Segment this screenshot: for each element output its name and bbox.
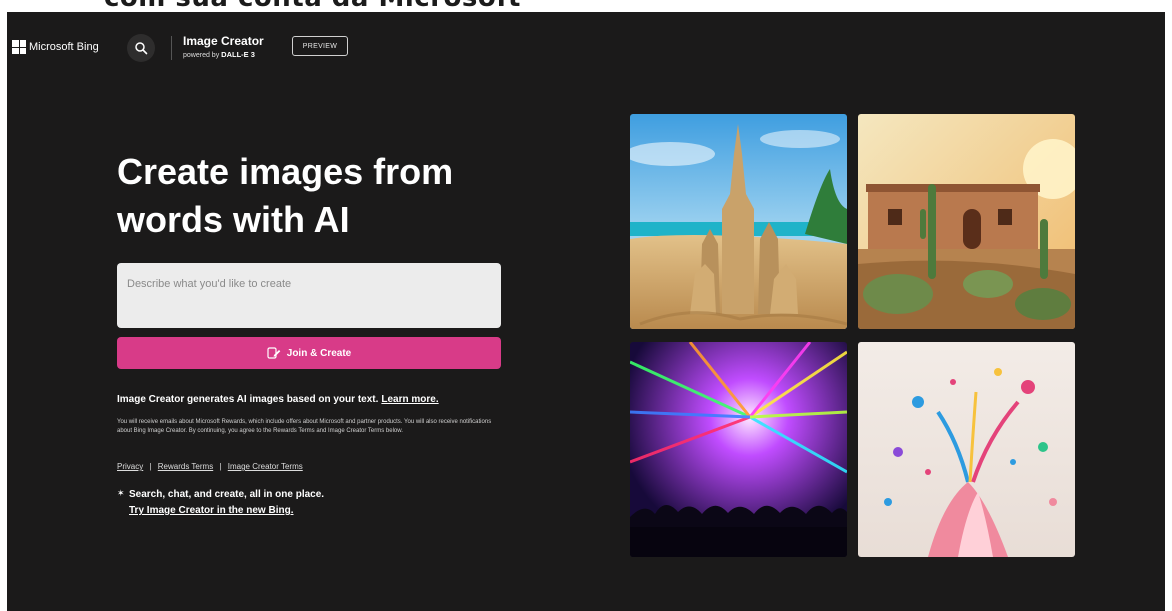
create-icon (267, 347, 281, 359)
hero-title-line-1: Create images from (117, 151, 454, 192)
join-and-create-button[interactable]: Join & Create (117, 337, 501, 369)
info-text: Image Creator generates AI images based … (117, 394, 379, 405)
hero-title: Create images from words with AI (117, 148, 537, 244)
rewards-terms-link[interactable]: Rewards Terms (158, 462, 213, 471)
powered-by-line: powered by DALL-E 3 (183, 50, 264, 59)
join-button-label: Join & Create (286, 347, 352, 359)
gallery-image-desert-house[interactable] (858, 114, 1075, 329)
info-line: Image Creator generates AI images based … (117, 394, 439, 405)
header-divider (171, 36, 172, 60)
preview-badge: PREVIEW (292, 36, 348, 56)
terms-links: Privacy | Rewards Terms | Image Creator … (117, 462, 303, 471)
caption-text: com sua conta da Microsoft (104, 0, 521, 12)
privacy-link[interactable]: Privacy (117, 462, 143, 471)
prompt-input[interactable]: Describe what you'd like to create (117, 263, 501, 328)
image-creator-app: Microsoft Bing Image Creator powered by … (7, 12, 1165, 611)
prompt-placeholder: Describe what you'd like to create (127, 278, 292, 290)
gallery-image-sandcastle[interactable] (630, 114, 847, 329)
model-name: DALL-E 3 (221, 50, 255, 59)
microsoft-bing-logo[interactable]: Microsoft Bing (12, 40, 99, 54)
hero-title-line-2: words with AI (117, 199, 350, 240)
search-icon (135, 42, 148, 55)
promo-text: Search, chat, and create, all in one pla… (129, 489, 325, 500)
header: Microsoft Bing Image Creator powered by … (7, 12, 1165, 62)
gallery-image-concert[interactable] (630, 342, 847, 557)
link-separator: | (149, 462, 152, 471)
try-new-bing-link[interactable]: Try Image Creator in the new Bing. (129, 505, 293, 516)
top-caption: com sua conta da Microsoft (0, 0, 1172, 12)
powered-by-label: powered by (183, 52, 220, 59)
rewards-fine-print: You will receive emails about Microsoft … (117, 419, 492, 434)
microsoft-logo-icon (12, 40, 26, 54)
learn-more-link[interactable]: Learn more. (381, 394, 438, 405)
image-creator-brand[interactable]: Image Creator powered by DALL-E 3 (183, 34, 264, 60)
logo-text: Microsoft Bing (29, 41, 99, 53)
image-creator-terms-link[interactable]: Image Creator Terms (228, 462, 303, 471)
app-title: Image Creator (183, 34, 264, 48)
sparkle-icon: ✶ (117, 488, 125, 498)
link-separator: | (219, 462, 222, 471)
gallery-image-paint-splash[interactable] (858, 342, 1075, 557)
search-button[interactable] (127, 34, 155, 62)
